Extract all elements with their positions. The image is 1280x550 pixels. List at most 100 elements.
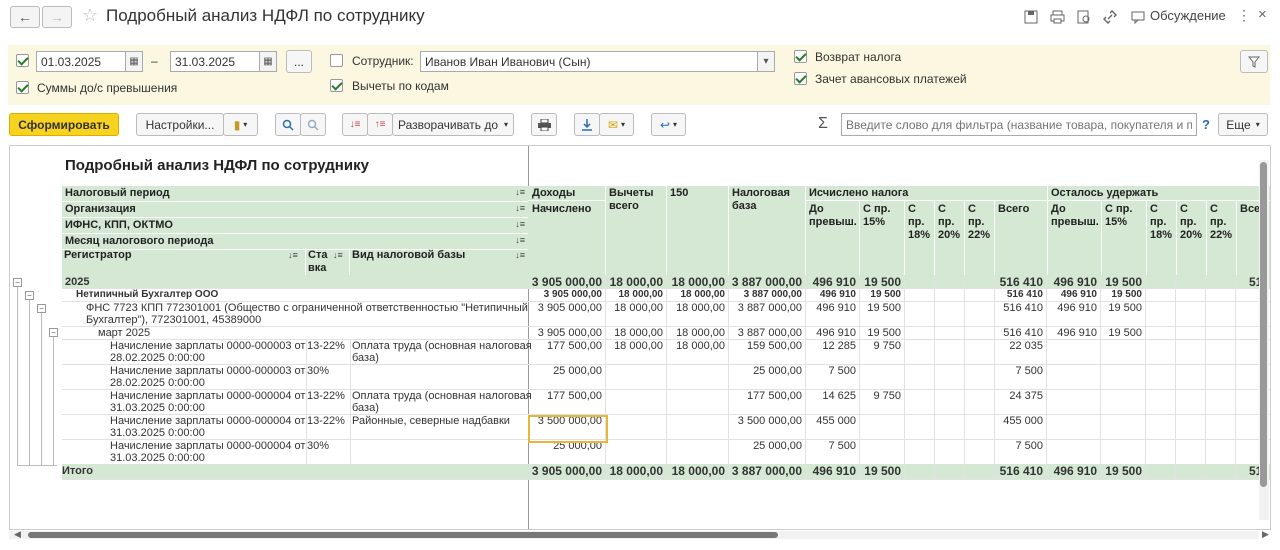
table-cell[interactable]: 18 000,00 [666, 289, 726, 301]
row-label[interactable]: 2025 [65, 276, 89, 288]
table-cell[interactable]: 19 500 [859, 302, 901, 314]
print-icon[interactable] [1050, 10, 1065, 24]
table-cell[interactable]: 19 500 [859, 289, 901, 301]
more-button[interactable]: Еще ▾ [1218, 113, 1268, 136]
employee-checkbox[interactable] [330, 54, 343, 67]
table-cell[interactable]: 3 905 000,00 [528, 465, 602, 477]
table-cell[interactable]: 496 910 [1046, 302, 1097, 314]
filter-settings-button[interactable] [1240, 50, 1268, 73]
save-icon[interactable] [1024, 10, 1038, 24]
table-cell[interactable]: 18 000,00 [605, 289, 664, 301]
table-cell[interactable]: 516 410 [994, 327, 1043, 339]
table-cell[interactable]: 9 750 [859, 340, 901, 352]
table-cell[interactable]: 496 910 [805, 276, 856, 288]
table-cell[interactable]: 19 500 [859, 327, 901, 339]
table-cell[interactable]: 18 000,00 [666, 340, 725, 352]
print-button[interactable] [531, 113, 557, 136]
report-spreadsheet[interactable]: Подробный анализ НДФЛ по сотруднику Нало… [9, 145, 1271, 530]
row-label[interactable]: ФНС 7723 КПП 772301001 (Общество с огран… [86, 302, 528, 314]
period-select-button[interactable]: ... [286, 50, 312, 73]
settings-button[interactable]: Настройки... [136, 113, 224, 136]
table-cell[interactable]: 19 500 [1100, 327, 1142, 339]
row-label[interactable]: Начисление зарплаты 0000-000004 от [110, 390, 305, 402]
table-cell[interactable]: 3 905 000,00 [528, 276, 602, 288]
table-cell[interactable]: 3 905 000,00 [528, 289, 602, 301]
collapse-icon[interactable]: − [13, 278, 22, 287]
table-cell[interactable]: 3 887 000,00 [728, 327, 802, 339]
table-cell[interactable]: 159 500,00 [728, 340, 802, 352]
table-cell[interactable]: 177 500,00 [528, 340, 602, 352]
table-cell[interactable]: 9 750 [859, 390, 901, 402]
table-cell[interactable]: 18 000,00 [605, 340, 663, 352]
selected-cell[interactable] [528, 415, 608, 443]
collapse-icon[interactable]: − [49, 328, 58, 337]
help-button[interactable]: ? [1202, 117, 1210, 132]
calendar-to-icon[interactable]: ▦ [259, 51, 277, 72]
date-from-input[interactable]: 01.03.2025 [36, 51, 126, 72]
table-cell[interactable]: 24 375 [994, 390, 1043, 402]
table-cell[interactable]: 18 000,00 [605, 465, 663, 477]
table-cell[interactable]: 7 500 [805, 365, 856, 377]
table-cell[interactable]: 516 410 [994, 289, 1043, 301]
table-cell[interactable]: 25 000,00 [728, 365, 802, 377]
link-icon[interactable] [1103, 10, 1117, 24]
sort-icon[interactable]: ↓≡ [515, 250, 525, 260]
table-cell[interactable]: 3 887 000,00 [728, 465, 802, 477]
table-cell[interactable]: 516 410 [994, 302, 1043, 314]
sum-icon[interactable]: Σ [818, 115, 828, 133]
filter-search-input[interactable] [841, 113, 1197, 136]
table-cell[interactable]: 14 625 [805, 390, 856, 402]
variant-button[interactable]: ▮ ▾ [223, 113, 258, 136]
sums-checkbox[interactable] [16, 81, 29, 94]
table-cell[interactable]: 3 887 000,00 [728, 289, 802, 301]
table-cell[interactable]: 25 000,00 [528, 365, 602, 377]
table-cell[interactable]: 7 500 [994, 365, 1043, 377]
star-icon[interactable]: ☆ [82, 5, 98, 26]
row-label[interactable]: Итого [62, 465, 93, 477]
table-cell[interactable]: 3 887 000,00 [728, 302, 802, 314]
discussion-icon[interactable] [1131, 11, 1146, 24]
table-cell[interactable]: 18 000,00 [605, 302, 663, 314]
table-cell[interactable]: 177 500,00 [528, 390, 602, 402]
table-cell[interactable]: 18 000,00 [666, 276, 725, 288]
table-cell[interactable]: 7 500 [805, 440, 856, 452]
table-cell[interactable]: 18 000,00 [666, 327, 725, 339]
discussion-button[interactable]: Обсуждение [1150, 8, 1226, 23]
table-cell[interactable]: 177 500,00 [728, 390, 802, 402]
table-cell[interactable]: 3 500 000,00 [728, 415, 802, 427]
forward-button[interactable]: → [42, 6, 72, 28]
date-to-input[interactable]: 31.03.2025 [170, 51, 260, 72]
table-cell[interactable]: 19 500 [1100, 302, 1142, 314]
go-to-button[interactable]: ↩ ▾ [651, 113, 686, 136]
table-cell[interactable]: 12 285 [805, 340, 856, 352]
table-cell[interactable]: 496 910 [1046, 327, 1097, 339]
table-cell[interactable]: 496 910 [1046, 289, 1097, 301]
advance-checkbox[interactable] [794, 72, 807, 85]
scroll-right-icon[interactable]: ▶ [1262, 529, 1269, 540]
table-cell[interactable]: 3 905 000,00 [528, 302, 602, 314]
table-cell[interactable]: 516 410 [994, 276, 1043, 288]
generate-button[interactable]: Сформировать [9, 113, 119, 136]
vertical-scroll-thumb[interactable] [1260, 162, 1267, 487]
save-file-button[interactable] [574, 113, 600, 136]
table-cell[interactable]: 25 000,00 [728, 440, 802, 452]
table-cell[interactable]: 516 410 [994, 465, 1043, 477]
sort-icon[interactable]: ↓≡ [333, 250, 343, 260]
table-cell[interactable]: 19 500 [859, 465, 901, 477]
refund-checkbox[interactable] [794, 50, 807, 63]
search-reset-button[interactable] [300, 113, 326, 136]
row-label[interactable]: Начисление зарплаты 0000-000004 от [110, 415, 305, 427]
date-period-checkbox[interactable] [16, 54, 29, 67]
table-cell[interactable]: 496 910 [805, 302, 856, 314]
expand-to-button[interactable]: Разворачивать до ▾ [392, 113, 514, 136]
sort-asc-button[interactable]: ↓≡ [342, 113, 368, 136]
table-cell[interactable]: 19 500 [1100, 289, 1142, 301]
table-cell[interactable]: 3 905 000,00 [528, 327, 602, 339]
search-button[interactable] [275, 113, 301, 136]
preview-icon[interactable] [1077, 10, 1091, 24]
table-cell[interactable]: 496 910 [1046, 276, 1097, 288]
deductions-checkbox[interactable] [330, 79, 343, 92]
more-vert-icon[interactable]: ⋮ [1237, 7, 1251, 24]
row-label[interactable]: Начисление зарплаты 0000-000004 от [110, 440, 305, 452]
table-cell[interactable]: 7 500 [994, 440, 1043, 452]
